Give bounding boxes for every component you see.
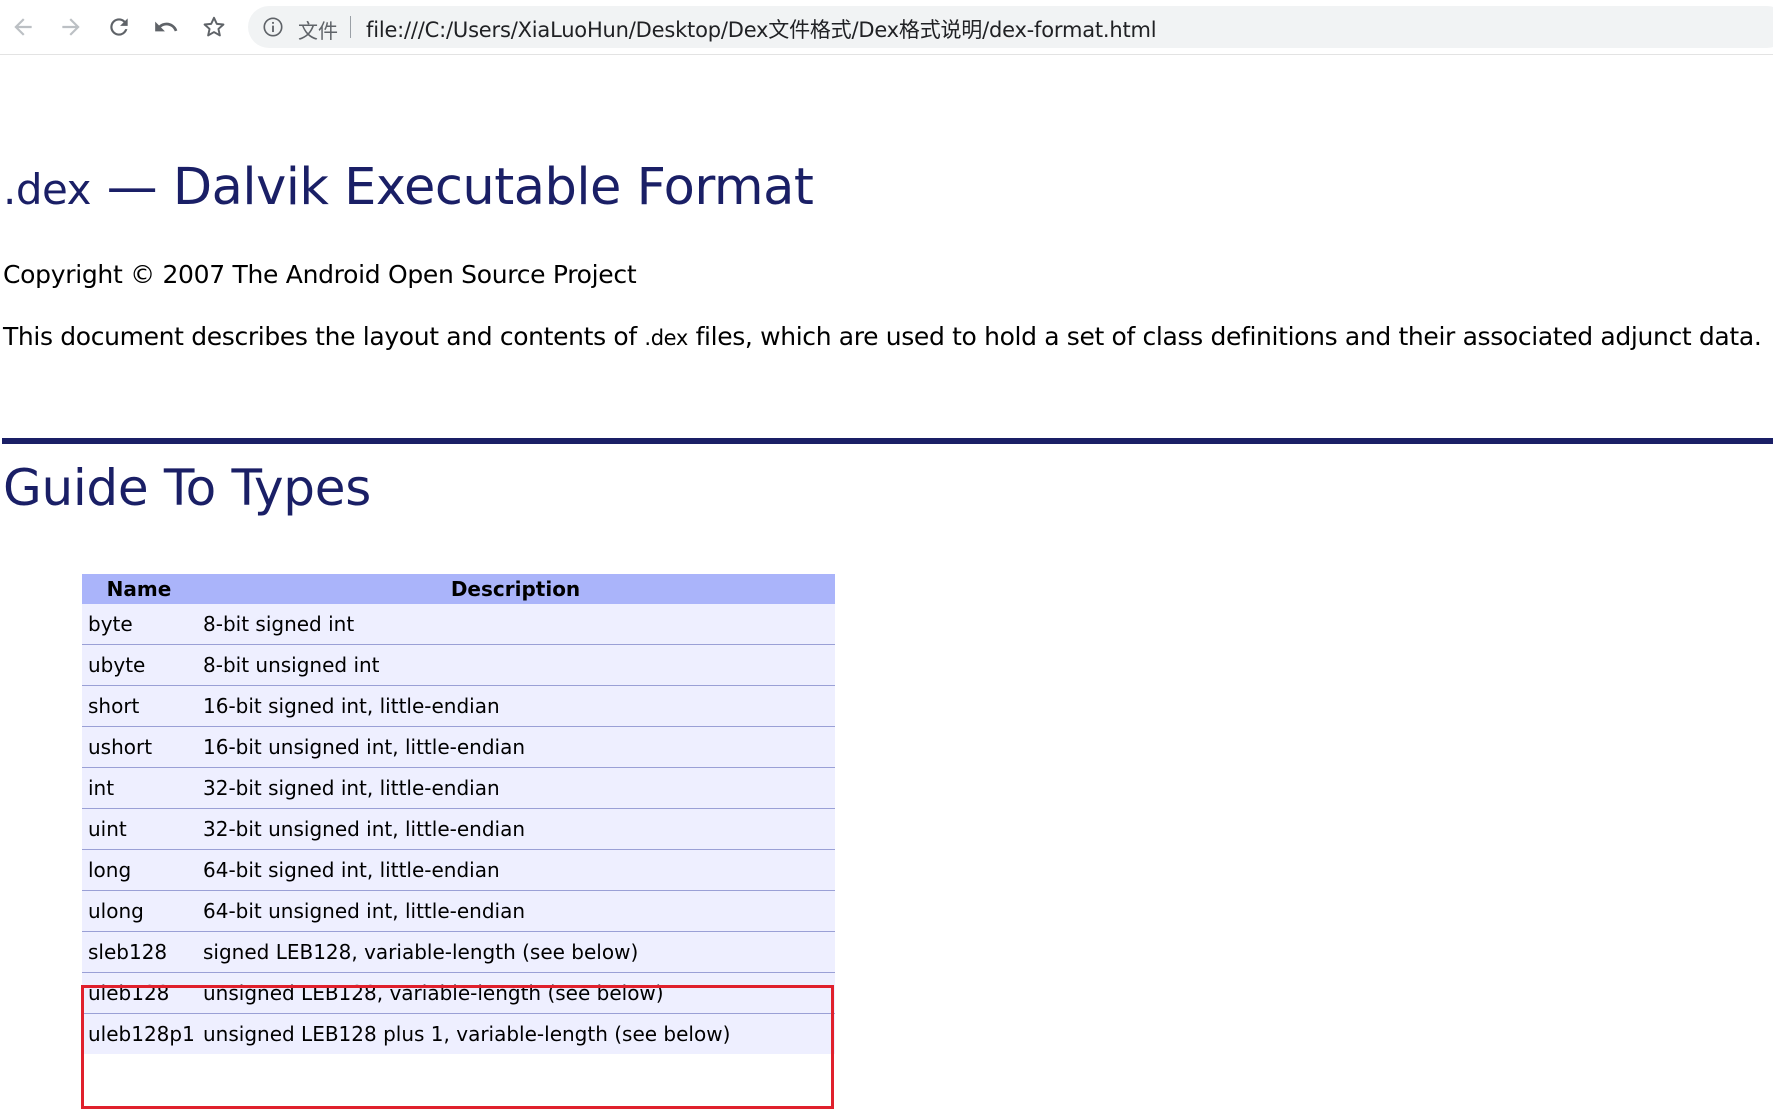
type-name: ubyte [82,644,196,686]
section-title: Guide To Types [3,459,371,517]
types-table: Name Description byte 8-bit signed int ub… [82,574,835,1054]
back-button[interactable] [6,10,40,44]
intro-code: .dex [644,326,688,350]
type-name: byte [82,604,196,645]
table-row: long 64-bit signed int, little-endian [82,849,835,891]
title-text: — Dalvik Executable Format [90,158,814,217]
table-row: short 16-bit signed int, little-endian [82,685,835,727]
page-title: .dex — Dalvik Executable Format [3,158,814,217]
type-name: uleb128p1 [82,1013,196,1054]
type-name: int [82,767,196,809]
undo-icon [155,21,178,32]
table-header-row: Name Description [82,574,835,604]
type-name: ushort [82,726,196,768]
type-description: 64-bit unsigned int, little-endian [196,890,835,932]
section-divider [2,438,1773,444]
arrow-left-icon [14,18,32,36]
reload-icon [110,18,128,36]
type-description: 32-bit signed int, little-endian [196,767,835,809]
intro-text-before: This document describes the layout and c… [3,322,645,351]
url-text[interactable]: file:///C:/Users/XiaLuoHun/Desktop/Dex文件… [366,14,1157,44]
omnibox-separator [350,16,351,38]
type-description: 16-bit signed int, little-endian [196,685,835,727]
table-row: ubyte 8-bit unsigned int [82,644,835,686]
intro-text-after: files, which are used to hold a set of c… [687,322,1762,351]
address-bar[interactable]: 文件 file:///C:/Users/XiaLuoHun/Desktop/De… [248,6,1773,48]
type-name: long [82,849,196,891]
intro-paragraph: This document describes the layout and c… [3,322,1762,351]
table-row: uleb128 unsigned LEB128, variable-length … [82,972,835,1014]
type-name: uleb128 [82,972,196,1014]
type-name: uint [82,808,196,850]
table-row: uint 32-bit unsigned int, little-endian [82,808,835,850]
type-description: unsigned LEB128, variable-length (see be… [196,972,835,1014]
type-name: short [82,685,196,727]
table-row: sleb128 signed LEB128, variable-length (s… [82,931,835,973]
table-row: ulong 64-bit unsigned int, little-endian [82,890,835,932]
type-description: 64-bit signed int, little-endian [196,849,835,891]
type-description: 16-bit unsigned int, little-endian [196,726,835,768]
type-description: unsigned LEB128 plus 1, variable-length … [196,1013,835,1054]
star-icon [203,16,225,37]
bookmark-button[interactable] [197,10,231,44]
table-row: int 32-bit signed int, little-endian [82,767,835,809]
table-row: byte 8-bit signed int [82,604,835,645]
header-name: Name [82,574,196,604]
scheme-label: 文件 [298,19,338,43]
type-description: 32-bit unsigned int, little-endian [196,808,835,850]
type-description: 8-bit unsigned int [196,644,835,686]
header-description: Description [196,574,835,604]
title-code: .dex [3,165,91,214]
undo-button[interactable] [149,10,183,44]
browser-toolbar: 文件 file:///C:/Users/XiaLuoHun/Desktop/De… [0,0,1773,55]
type-name: sleb128 [82,931,196,973]
type-description: signed LEB128, variable-length (see belo… [196,931,835,973]
forward-button[interactable] [54,10,88,44]
copyright-text: Copyright © 2007 The Android Open Source… [3,260,637,289]
reload-button[interactable] [102,10,136,44]
arrow-right-icon [62,18,80,36]
info-icon[interactable] [262,16,284,38]
table-row: uleb128p1 unsigned LEB128 plus 1, variabl… [82,1013,835,1054]
type-name: ulong [82,890,196,932]
type-description: 8-bit signed int [196,604,835,645]
table-row: ushort 16-bit unsigned int, little-endian [82,726,835,768]
